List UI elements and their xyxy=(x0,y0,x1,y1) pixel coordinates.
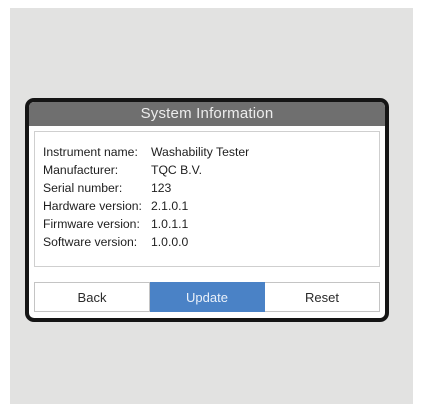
info-value: TQC B.V. xyxy=(151,163,203,177)
info-label: Manufacturer: xyxy=(43,163,119,177)
info-label: Serial number: xyxy=(43,181,123,195)
info-value: 2.1.0.1 xyxy=(151,199,189,213)
info-value: 1.0.0.0 xyxy=(151,235,189,249)
info-row-serial-number: Serial number: 123 xyxy=(35,179,379,197)
info-label: Software version: xyxy=(43,235,138,249)
info-row-instrument-name: Instrument name: Washability Tester xyxy=(35,143,379,161)
info-row-firmware-version: Firmware version: 1.0.1.1 xyxy=(35,215,379,233)
dialog-title: System Information xyxy=(29,102,385,126)
info-row-software-version: Software version: 1.0.0.0 xyxy=(35,233,379,251)
system-information-dialog: System Information Instrument name: Wash… xyxy=(29,102,385,318)
reset-button[interactable]: Reset xyxy=(265,282,380,312)
info-row-hardware-version: Hardware version: 2.1.0.1 xyxy=(35,197,379,215)
info-value: Washability Tester xyxy=(151,145,250,159)
button-bar: Back Update Reset xyxy=(34,282,380,312)
info-value: 123 xyxy=(151,181,172,195)
info-row-manufacturer: Manufacturer: TQC B.V. xyxy=(35,161,379,179)
info-label: Hardware version: xyxy=(43,199,142,213)
device-screen-bezel: System Information Instrument name: Wash… xyxy=(25,98,389,322)
update-button[interactable]: Update xyxy=(150,282,265,312)
info-panel: Instrument name: Washability Tester Manu… xyxy=(34,131,380,267)
info-label: Firmware version: xyxy=(43,217,140,231)
info-label: Instrument name: xyxy=(43,145,138,159)
info-value: 1.0.1.1 xyxy=(151,217,189,231)
back-button[interactable]: Back xyxy=(34,282,150,312)
